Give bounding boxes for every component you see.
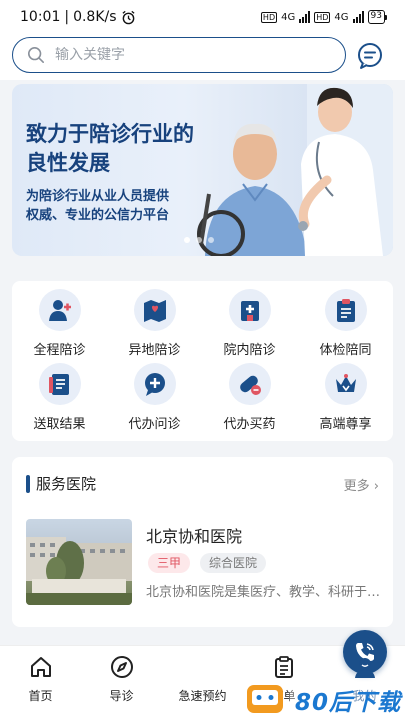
nav-label: 导诊 (109, 689, 134, 703)
status-bar: 10:01 | 0.8K/s HD 4G HD 4G 93 (0, 0, 405, 34)
hospital-section: 服务医院 更多 › 北京协和医院 三甲 综合医院 北京协和医院是集医疗、教学、科… (12, 457, 393, 627)
report-icon (48, 374, 69, 395)
service-item[interactable]: 体检陪同 (298, 289, 393, 365)
pill-icon (239, 375, 261, 395)
service-label: 高端尊享 (319, 417, 372, 432)
service-icon-bg (38, 363, 81, 405)
nav-item-booking[interactable]: 急速预约 (162, 630, 387, 720)
carousel-dot[interactable] (196, 237, 202, 243)
service-item[interactable]: 代办问诊 (107, 363, 202, 439)
signal-icon (299, 11, 311, 23)
service-label: 代办买药 (223, 417, 276, 432)
banner-image (197, 84, 393, 256)
section-header: 服务医院 更多 › (12, 457, 393, 511)
nav-item-home[interactable]: 首页 (0, 646, 81, 720)
network-type: 4G (281, 11, 296, 23)
compass-icon (110, 656, 133, 678)
more-link[interactable]: 更多 › (344, 475, 379, 494)
service-label: 送取结果 (33, 417, 86, 432)
banner-carousel[interactable]: 致力于陪诊行业的 良性发展 为陪诊行业从业人员提供 权威、专业的公信力平台 (12, 84, 393, 256)
section-accent-bar (26, 475, 30, 493)
status-time: 10:01 (20, 9, 61, 25)
carousel-dot[interactable] (184, 237, 190, 243)
hospital-description: 北京协和医院是集医疗、教学、科研于一体的 (146, 585, 381, 600)
service-item[interactable]: 异地陪诊 (107, 289, 202, 365)
message-icon[interactable] (356, 42, 384, 70)
crown-icon (335, 374, 356, 392)
nav-label: 急速预约 (178, 689, 227, 703)
service-item[interactable]: 送取结果 (12, 363, 107, 439)
banner-title: 致力于陪诊行业的 良性发展 (26, 120, 194, 178)
hospital-card[interactable]: 北京协和医院 三甲 综合医院 北京协和医院是集医疗、教学、科研于一体的 (26, 519, 381, 609)
service-item[interactable]: 全程陪诊 (12, 289, 107, 365)
battery-level: 93 (367, 10, 385, 24)
network-type: 4G (334, 11, 349, 23)
service-item[interactable]: 院内陪诊 (202, 289, 297, 365)
service-icon-bg (38, 289, 81, 331)
search-icon (27, 46, 45, 64)
banner-subtitle: 为陪诊行业从业人员提供 权威、专业的公信力平台 (26, 187, 169, 225)
banner-subtitle-line: 为陪诊行业从业人员提供 (26, 189, 170, 204)
search-bar (0, 34, 405, 80)
carousel-indicator (184, 237, 214, 243)
user-icon (354, 658, 375, 678)
hospital-photo (26, 519, 132, 605)
home-icon (30, 657, 51, 677)
status-separator: | (64, 9, 70, 25)
service-label: 院内陪诊 (223, 343, 276, 358)
banner-subtitle-line: 权威、专业的公信力平台 (26, 208, 170, 223)
map-heart-icon (143, 300, 166, 322)
hospital-type-tag: 综合医院 (200, 553, 267, 573)
watermark-text: 80后下载 (295, 690, 402, 716)
nav-label: 首页 (28, 689, 53, 703)
service-label: 代办问诊 (128, 417, 181, 432)
clipboard-icon (336, 299, 355, 322)
more-label: 更多 (343, 479, 370, 494)
service-icon-bg (228, 289, 271, 331)
service-label: 异地陪诊 (128, 343, 181, 358)
chat-plus-icon (144, 373, 165, 396)
section-title: 服务医院 (36, 475, 97, 493)
carousel-dot[interactable] (208, 237, 214, 243)
service-icon-bg (133, 289, 176, 331)
banner-title-line: 致力于陪诊行业的 (26, 122, 194, 146)
service-item[interactable]: 高端尊享 (298, 363, 393, 439)
hospital-icon (240, 301, 259, 321)
chevron-right-icon: › (373, 479, 379, 494)
battery-icon: 93 (367, 10, 387, 24)
service-item[interactable]: 代办买药 (202, 363, 297, 439)
search-box[interactable] (12, 37, 346, 73)
watermark: 80后下载 (245, 679, 405, 717)
alarm-icon (122, 10, 135, 24)
service-icon-bg (324, 363, 367, 405)
signal-icon (352, 11, 364, 23)
hospital-name: 北京协和医院 (146, 527, 243, 546)
service-label: 体检陪同 (319, 343, 372, 358)
hd-badge: HD (314, 11, 331, 23)
service-icon-bg (133, 363, 176, 405)
hospital-grade-tag: 三甲 (148, 553, 191, 573)
nav-item-guide[interactable]: 导诊 (81, 646, 162, 720)
service-icon-bg (228, 363, 271, 405)
hd-badge: HD (260, 11, 278, 23)
banner-title-line: 良性发展 (26, 151, 110, 175)
service-icon-bg (324, 289, 367, 331)
service-grid: 全程陪诊 异地陪诊 院内陪诊 体检陪同 送取结果 代办问诊 代办买药 高端尊享 (12, 281, 393, 441)
search-input[interactable] (55, 47, 315, 63)
person-icon (48, 300, 71, 321)
network-speed: 0.8K/s (73, 9, 117, 25)
order-icon (274, 656, 293, 678)
service-label: 全程陪诊 (33, 343, 86, 358)
